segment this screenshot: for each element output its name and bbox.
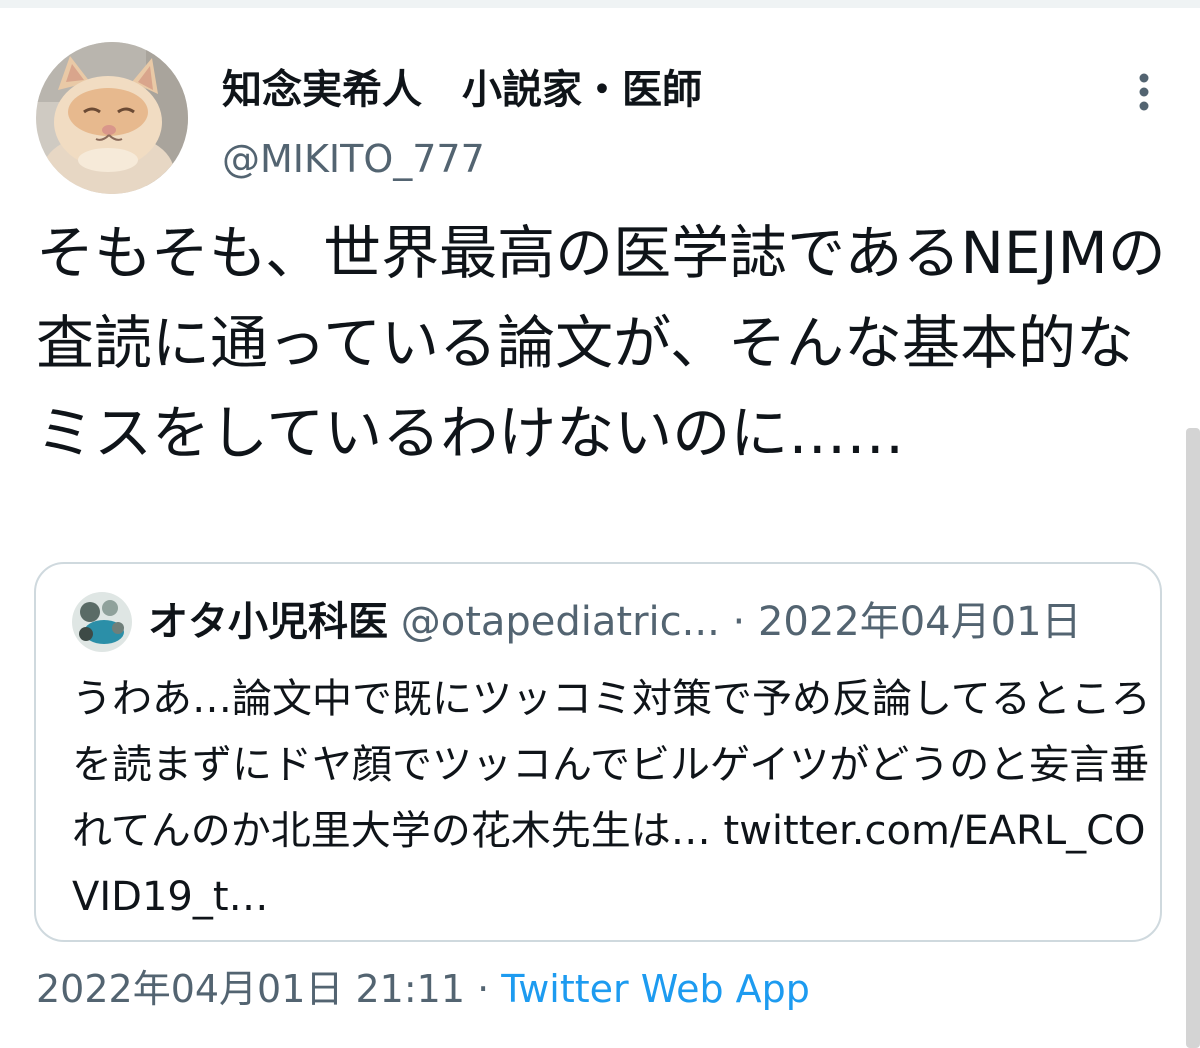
author-avatar[interactable] bbox=[36, 42, 188, 194]
author-handle[interactable]: @MIKITO_777 bbox=[222, 136, 485, 182]
quoted-user-name[interactable]: オタ小児科医 bbox=[148, 599, 388, 645]
tweet-text: そもそも、世界最高の医学誌であるNEJMの査読に通っている論文が、そんな基本的な… bbox=[36, 219, 1166, 467]
meta-separator: · bbox=[477, 967, 490, 1011]
quoted-user-handle[interactable]: @otapediatric... bbox=[401, 599, 720, 645]
tweet-meta: 2022年04月01日 21:11 · Twitter Web App bbox=[36, 962, 810, 1016]
quoted-tweet-header: オタ小児科医 @otapediatric... · 2022年04月01日 bbox=[148, 594, 1148, 654]
quoted-tweet-date[interactable]: 2022年04月01日 bbox=[758, 599, 1082, 645]
top-divider bbox=[0, 0, 1200, 8]
tweet-timestamp[interactable]: 2022年04月01日 21:11 bbox=[36, 967, 465, 1011]
quoted-separator: · bbox=[732, 599, 746, 645]
cat-avatar-image bbox=[36, 42, 188, 194]
quoted-tweet-text: うわあ…論文中で既にツッコミ対策で予め反論してるところを読まずにドヤ顔でツッコん… bbox=[72, 676, 1151, 920]
quote-user-avatar bbox=[72, 592, 132, 652]
more-vertical-icon[interactable] bbox=[1124, 66, 1164, 116]
quoted-tweet-card[interactable]: オタ小児科医 @otapediatric... · 2022年04月01日 うわ… bbox=[34, 562, 1162, 942]
tweet-source-link[interactable]: Twitter Web App bbox=[501, 967, 810, 1011]
scrollbar[interactable] bbox=[1186, 428, 1200, 1048]
author-display-name[interactable]: 知念実希人 小説家・医師 bbox=[222, 66, 702, 114]
